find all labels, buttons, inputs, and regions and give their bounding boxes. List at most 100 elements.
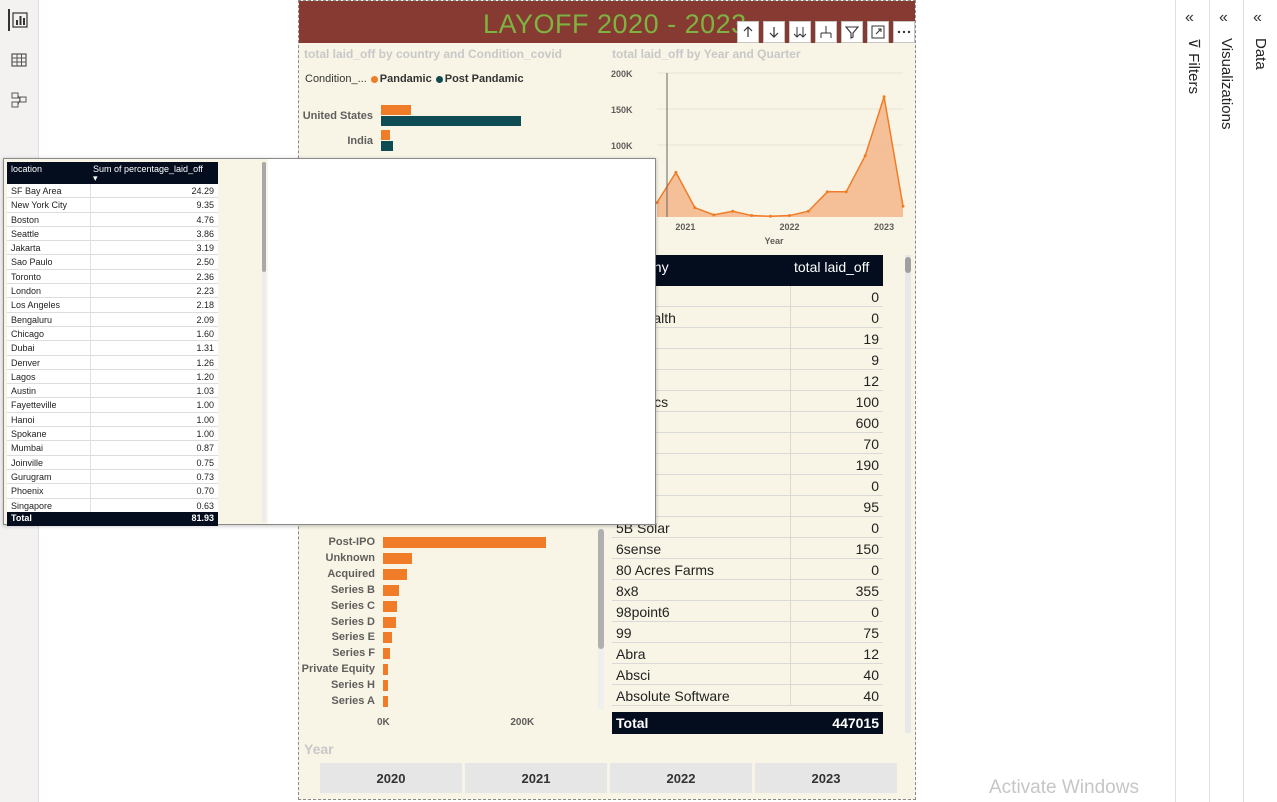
stage-chart-scrollbar[interactable]	[598, 529, 604, 709]
table-row[interactable]: Bengaluru 2.09	[7, 312, 218, 327]
stage-bar-series-a[interactable]	[383, 696, 388, 707]
slicer-option-2021[interactable]: 2021	[465, 763, 607, 793]
table-row[interactable]: Toronto 2.36	[7, 269, 218, 285]
location-table-scroll-thumb[interactable]	[262, 162, 266, 272]
drill-down-icon[interactable]	[763, 21, 785, 43]
stage-bar-series-f[interactable]	[383, 648, 390, 660]
filter-icon[interactable]	[841, 21, 863, 43]
table-row[interactable]: Singapore 0.63	[7, 498, 218, 513]
visualizations-pane[interactable]: « Visualizations	[1209, 0, 1243, 802]
table-row[interactable]: New York City 9.35	[7, 198, 218, 213]
table-row[interactable]: Joinville 0.75	[7, 455, 218, 470]
table-row[interactable]: Spokane 1.00	[7, 427, 218, 442]
table-row[interactable]: 6sense 150	[612, 538, 883, 559]
stage-bar-series-b[interactable]	[383, 584, 399, 596]
stage-bar-series-h[interactable]	[383, 680, 388, 692]
table-row[interactable]: Gurugram 0.73	[7, 469, 218, 485]
data-point-2020-q4[interactable]	[712, 213, 716, 217]
stage-chart-scroll-thumb[interactable]	[598, 529, 604, 649]
company-name-cell: 6sense	[616, 541, 662, 557]
laid-off-value-cell: 12	[863, 373, 879, 389]
table-row[interactable]: London 2.23	[7, 284, 218, 299]
data-point-2022-q4[interactable]	[863, 154, 867, 158]
stage-bar-series-e[interactable]	[383, 632, 392, 644]
table-row[interactable]: Mumbai 0.87	[7, 441, 218, 456]
table-row[interactable]: 98point6 0	[612, 601, 883, 622]
location-column-header[interactable]: location	[11, 164, 42, 174]
expand-filters-icon[interactable]: «	[1185, 9, 1194, 27]
stage-bar-acquired[interactable]	[383, 568, 407, 580]
next-level-icon[interactable]	[789, 21, 811, 43]
table-view-icon[interactable]	[8, 49, 30, 71]
slicer-option-2023[interactable]: 2023	[755, 763, 897, 793]
country-bar-india-pandamic[interactable]	[381, 130, 390, 140]
table-row[interactable]: Chicago 1.60	[7, 326, 218, 342]
stage-bar-post-ipo[interactable]	[383, 537, 547, 548]
table-row[interactable]: Boston 4.76	[7, 212, 218, 227]
data-point-2023-q1[interactable]	[882, 95, 886, 99]
model-view-icon[interactable]	[8, 89, 30, 111]
data-point-2020-q3[interactable]	[693, 206, 697, 210]
stage-bar-private-equity[interactable]	[383, 664, 389, 676]
table-row[interactable]: 8x8 355	[612, 580, 883, 601]
data-pane-label[interactable]: Data	[1252, 38, 1269, 70]
column-divider	[790, 328, 791, 349]
sort-descending-icon[interactable]: ▾	[93, 173, 98, 184]
stage-bar-series-d[interactable]	[383, 616, 396, 628]
table-row[interactable]: Absolute Software 40	[612, 685, 883, 706]
table-row[interactable]: Phoenix 0.70	[7, 484, 218, 499]
legend-pandamic[interactable]: Pandamic	[380, 73, 432, 85]
data-pane[interactable]: « Data	[1243, 0, 1277, 802]
report-view-icon[interactable]	[8, 9, 30, 31]
data-point-2021-q4[interactable]	[787, 214, 791, 218]
country-bar-united-states-pandamic[interactable]	[381, 105, 411, 115]
data-point-2022-q3[interactable]	[844, 190, 848, 194]
data-point-2023-q2[interactable]	[901, 204, 905, 208]
table-row[interactable]: Denver 1.26	[7, 355, 218, 370]
data-point-2022-q1[interactable]	[806, 209, 810, 213]
table-row[interactable]: 80 Acres Farms 0	[612, 559, 883, 580]
data-point-2020-q2[interactable]	[674, 170, 678, 174]
table-row[interactable]: Absci 40	[612, 664, 883, 685]
table-row[interactable]: Hanoi 1.00	[7, 412, 218, 428]
company-table-scrollbar[interactable]	[905, 255, 911, 733]
data-point-2021-q3[interactable]	[769, 214, 773, 218]
data-point-2021-q1[interactable]	[731, 209, 735, 213]
table-row[interactable]: Fayetteville 1.00	[7, 398, 218, 413]
total-laid-off-column-header[interactable]: total laid_off	[794, 259, 869, 275]
data-point-2022-q2[interactable]	[825, 190, 829, 194]
country-bar-india-post-pandamic[interactable]	[381, 141, 393, 151]
filters-pane-label[interactable]: ⊽ Filters	[1184, 38, 1202, 94]
slicer-option-2022[interactable]: 2022	[610, 763, 752, 793]
legend-post-pandamic[interactable]: Post Pandamic	[445, 73, 524, 85]
location-table-scrollbar[interactable]	[262, 162, 266, 522]
slicer-option-2020[interactable]: 2020	[320, 763, 462, 793]
table-row[interactable]: Sao Paulo 2.50	[7, 255, 218, 270]
filters-pane[interactable]: « ⊽ Filters	[1175, 0, 1209, 802]
expand-visualizations-icon[interactable]: «	[1219, 9, 1228, 27]
percentage-cell: 1.20	[196, 371, 214, 382]
more-options-icon[interactable]	[893, 21, 915, 43]
visualizations-pane-label[interactable]: Visualizations	[1218, 38, 1235, 129]
percentage-cell: 0.75	[196, 457, 214, 468]
percentage-column-header[interactable]: Sum of percentage_laid_off	[93, 164, 203, 174]
table-row[interactable]: Seattle 3.86	[7, 226, 218, 242]
table-row[interactable]: Lagos 1.20	[7, 369, 218, 385]
stage-bar-series-c[interactable]	[383, 600, 397, 612]
stage-bar-unknown[interactable]	[383, 552, 412, 564]
data-point-2021-q2[interactable]	[750, 214, 754, 218]
stage-label-acquired: Acquired	[327, 567, 375, 580]
country-bar-united-states-post-pandamic[interactable]	[381, 116, 521, 126]
table-row[interactable]: SF Bay Area 24.29	[7, 184, 218, 199]
table-row[interactable]: Dubai 1.31	[7, 341, 218, 356]
company-table-scroll-thumb[interactable]	[905, 257, 911, 273]
table-row[interactable]: 99 75	[612, 622, 883, 643]
expand-data-icon[interactable]: «	[1253, 9, 1262, 27]
table-row[interactable]: Austin 1.03	[7, 384, 218, 399]
table-row[interactable]: Jakarta 3.19	[7, 241, 218, 256]
table-row[interactable]: Los Angeles 2.18	[7, 298, 218, 313]
expand-hierarchy-icon[interactable]	[815, 21, 837, 43]
drill-up-icon[interactable]	[737, 21, 759, 43]
focus-mode-icon[interactable]	[867, 21, 889, 43]
table-row[interactable]: Abra 12	[612, 643, 883, 664]
